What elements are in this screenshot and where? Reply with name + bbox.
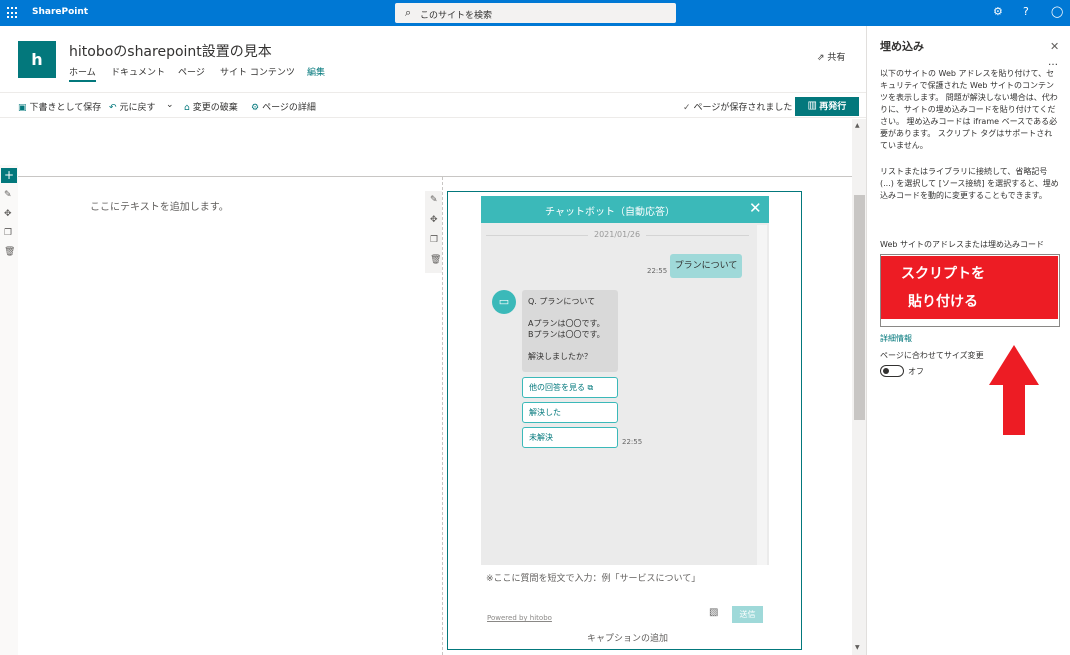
search-input[interactable]: ⌕ このサイトを検索: [395, 3, 676, 23]
share-icon: ⇗: [817, 53, 825, 63]
search-icon: ⌕: [405, 6, 412, 19]
caption-input[interactable]: キャプションの追加: [587, 631, 668, 644]
scroll-up-icon[interactable]: ▲: [855, 122, 860, 129]
discard-label: 変更の破棄: [192, 103, 238, 113]
share-button[interactable]: ⇗ 共有: [817, 50, 845, 63]
bot-line: Aプランは〇〇です。: [528, 319, 605, 328]
close-icon[interactable]: ✕: [1050, 40, 1059, 53]
bot-line: Bプランは〇〇です。: [528, 330, 605, 339]
bot-line: [528, 340, 612, 351]
check-icon: ✓: [683, 103, 691, 113]
user-message-time: 22:55: [647, 267, 668, 275]
section-toolbar: [0, 165, 18, 655]
save-icon: ▣: [18, 103, 27, 113]
pane-description: 以下のサイトの Web アドレスを貼り付けて、セキュリティで保護された Web …: [880, 69, 1058, 150]
user-message: プランについて: [670, 254, 742, 278]
chat-scrollbar[interactable]: [757, 225, 767, 565]
chat-date: 2021/01/26: [588, 230, 647, 239]
red-arrow-icon: [989, 345, 1039, 435]
page-details-button[interactable]: ⚙ ページの詳細: [251, 100, 316, 113]
delete-section-icon[interactable]: 🗑: [4, 247, 15, 257]
bot-line: Q. プランについて: [528, 297, 596, 306]
bot-line: 解決しましたか？: [528, 352, 592, 361]
page-scrollbar-thumb[interactable]: [854, 195, 865, 420]
nav-pages[interactable]: ページ: [178, 65, 205, 78]
book-icon: ▥: [807, 101, 820, 111]
chevron-down-icon: ⌄: [166, 100, 174, 110]
move-section-icon[interactable]: ✥: [4, 209, 12, 219]
nav-site-contents[interactable]: サイト コンテンツ: [220, 65, 295, 78]
add-section-button[interactable]: +: [1, 168, 17, 183]
nav-documents[interactable]: ドキュメント: [111, 65, 165, 78]
gear-icon[interactable]: ⚙: [993, 5, 1003, 18]
discard-icon: ⌂: [184, 103, 190, 113]
bot-message-time: 22:55: [622, 438, 643, 446]
more-icon[interactable]: …: [1048, 57, 1058, 68]
learn-more-link[interactable]: 詳細情報: [880, 333, 912, 344]
option-label: 未解決: [529, 433, 553, 442]
discard-button[interactable]: ⌂ 変更の破棄: [184, 100, 238, 113]
settings-icon: ⚙: [251, 103, 260, 113]
suite-bar: SharePoint ⌕ このサイトを検索 ⚙ ? ◯: [0, 0, 1070, 26]
pane-description-connect: リストまたはライブラリに接続して、省略記号 (...) を選択して [ソース接続…: [880, 167, 1059, 200]
image-icon[interactable]: ▧: [709, 607, 718, 618]
waffle-icon[interactable]: [7, 7, 19, 19]
chat-input[interactable]: ※ここに質問を短文で入力：例「サービスについて」: [486, 571, 700, 584]
option-resolved[interactable]: 解決した: [522, 402, 618, 423]
site-title: hitoboのsharepoint設置の見本: [69, 44, 272, 60]
option-label: 解決した: [529, 408, 561, 417]
bot-avatar-icon: ▭: [492, 290, 516, 314]
republish-button[interactable]: ▥ 再発行: [795, 97, 859, 116]
embed-field-label: Web サイトのアドレスまたは埋め込みコード: [880, 240, 1044, 249]
app-name[interactable]: SharePoint: [32, 7, 88, 17]
pane-title: 埋め込み: [880, 40, 924, 53]
text-webpart-placeholder[interactable]: ここにテキストを追加します。: [90, 198, 229, 213]
bot-message: Q. プランについて Aプランは〇〇です。 Bプランは〇〇です。 解決しましたか…: [522, 290, 618, 372]
share-label: 共有: [827, 53, 846, 63]
powered-by-link[interactable]: Powered by hitobo: [487, 614, 552, 622]
search-placeholder: このサイトを検索: [420, 11, 493, 21]
toggle-state: オフ: [908, 367, 924, 376]
save-draft-button[interactable]: ▣ 下書きとして保存: [18, 100, 101, 113]
undo-icon: ↶: [109, 103, 117, 113]
site-logo[interactable]: h: [18, 41, 56, 78]
chat-title: チャットボット（自動応答）: [545, 207, 675, 218]
duplicate-section-icon[interactable]: ❐: [4, 228, 12, 238]
option-label: 他の回答を見る: [529, 383, 585, 392]
page-details-label: ページの詳細: [262, 103, 316, 113]
move-webpart-icon[interactable]: ✥: [430, 215, 438, 225]
delete-webpart-icon[interactable]: 🗑: [430, 255, 441, 265]
chat-header: チャットボット（自動応答） ✕: [481, 196, 769, 223]
annotation-line: スクリプトを: [901, 266, 985, 282]
help-icon[interactable]: ?: [1023, 5, 1029, 18]
nav-edit[interactable]: 編集: [307, 65, 325, 78]
undo-label: 元に戻す: [119, 103, 156, 113]
duplicate-webpart-icon[interactable]: ❐: [430, 235, 438, 245]
annotation-line: 貼り付ける: [908, 294, 978, 310]
scroll-down-icon[interactable]: ▼: [855, 644, 860, 651]
person-icon[interactable]: ◯: [1051, 5, 1063, 18]
external-link-icon: ⧉: [587, 383, 594, 392]
command-bar: ▣ 下書きとして保存 ↶ 元に戻す ⌄ ⌂ 変更の破棄 ⚙ ページの詳細 ✓ ページが保存…: [0, 92, 866, 118]
nav-home[interactable]: ホーム: [69, 65, 96, 82]
edit-webpart-icon[interactable]: ✎: [430, 195, 438, 205]
annotation-overlay: スクリプトを 貼り付ける: [881, 256, 1058, 319]
republish-label: 再発行: [819, 101, 847, 111]
option-unresolved[interactable]: 未解決: [522, 427, 618, 448]
edit-section-icon[interactable]: ✎: [4, 190, 12, 200]
column-divider: [442, 177, 443, 655]
saved-status: ✓ ページが保存されました: [683, 100, 792, 113]
resize-toggle[interactable]: [880, 365, 904, 377]
saved-status-label: ページが保存されました: [693, 103, 793, 113]
send-button[interactable]: 送信: [732, 606, 763, 623]
bot-line: [528, 307, 612, 318]
save-draft-label: 下書きとして保存: [29, 103, 102, 113]
option-other-answers[interactable]: 他の回答を見る ⧉: [522, 377, 618, 398]
webpart-toolbar: ✎ ✥ ❐ 🗑: [425, 191, 442, 273]
section-divider: [18, 176, 852, 177]
resize-label: ページに合わせてサイズ変更: [880, 351, 984, 360]
undo-dropdown[interactable]: ⌄: [166, 100, 174, 110]
undo-button[interactable]: ↶ 元に戻す: [109, 100, 156, 113]
close-icon[interactable]: ✕: [749, 199, 762, 217]
